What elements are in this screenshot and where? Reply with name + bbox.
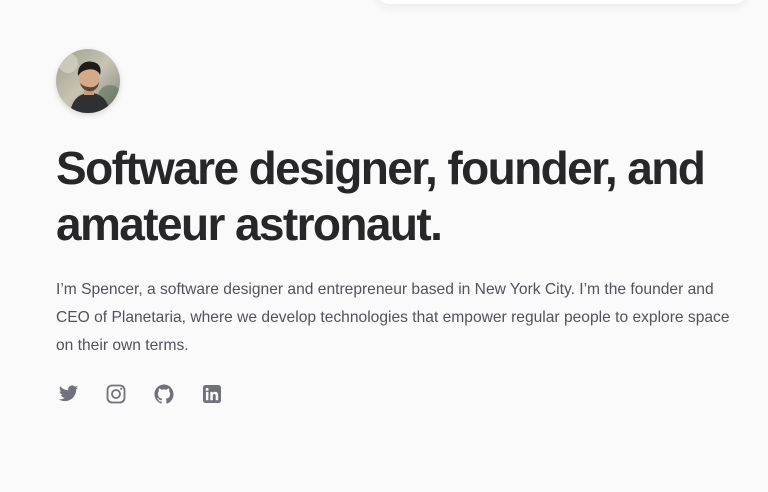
avatar-image xyxy=(56,49,120,113)
twitter-link[interactable] xyxy=(56,382,80,406)
page: Software designer, founder, and amateur … xyxy=(0,0,768,492)
instagram-icon xyxy=(106,384,126,404)
social-links xyxy=(56,382,224,406)
top-navigation-bar xyxy=(376,0,748,4)
bio-text: I’m Spencer, a software designer and ent… xyxy=(56,281,730,354)
github-icon xyxy=(154,384,174,404)
twitter-icon xyxy=(58,385,79,402)
linkedin-icon xyxy=(203,385,221,403)
instagram-link[interactable] xyxy=(104,382,128,406)
linkedin-link[interactable] xyxy=(200,382,224,406)
github-link[interactable] xyxy=(152,382,176,406)
page-title: Software designer, founder, and amateur … xyxy=(56,142,706,250)
avatar[interactable] xyxy=(56,49,120,113)
